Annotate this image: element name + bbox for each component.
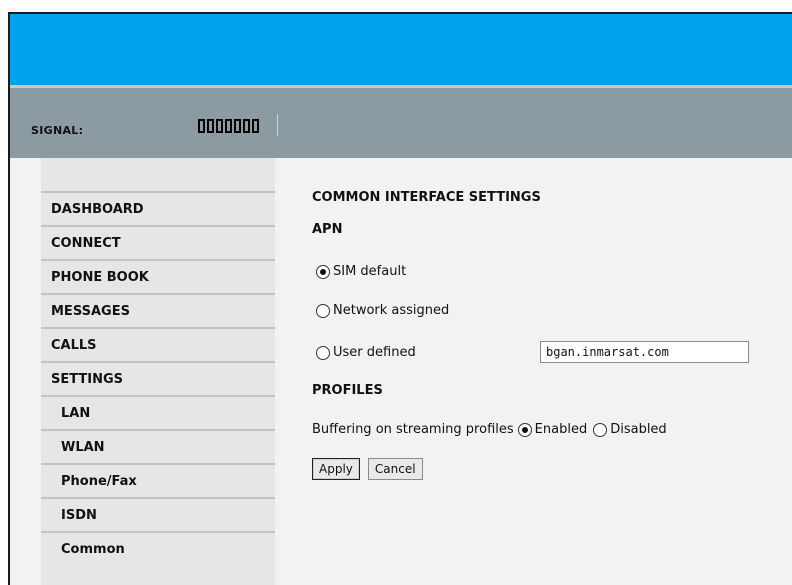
signal-bar-2: [207, 119, 214, 133]
sidebar-item-label: DASHBOARD: [51, 201, 144, 217]
signal-divider: [277, 114, 278, 136]
apn-option-label: Network assigned: [333, 303, 450, 318]
signal-bar-7: [252, 119, 259, 133]
apn-sim-default-option[interactable]: SIM default: [316, 264, 406, 279]
content-area: DASHBOARD CONNECT PHONE BOOK MESSAGES CA…: [10, 158, 792, 585]
buffering-disabled-radio[interactable]: [593, 422, 608, 437]
apn-user-defined-input[interactable]: [540, 341, 749, 363]
sidebar-item-calls[interactable]: CALLS: [41, 327, 275, 361]
sidebar-item-label: PHONE BOOK: [51, 269, 149, 285]
signal-bar: SIGNAL:: [10, 88, 792, 158]
signal-strength-icon: [198, 119, 259, 133]
buffering-disabled-option[interactable]: Disabled: [593, 422, 667, 437]
sidebar-nav: DASHBOARD CONNECT PHONE BOOK MESSAGES CA…: [41, 158, 275, 585]
signal-bar-3: [216, 119, 223, 133]
apn-sim-default-radio[interactable]: [316, 264, 330, 279]
sidebar-item-label: Common: [61, 541, 125, 557]
signal-bar-1: [198, 119, 205, 133]
sidebar-item-label: WLAN: [61, 439, 105, 455]
signal-bar-5: [234, 119, 241, 133]
signal-bar-4: [225, 119, 232, 133]
signal-bar-6: [243, 119, 250, 133]
sidebar-item-label: CONNECT: [51, 235, 121, 251]
settings-panel: COMMON INTERFACE SETTINGS APN SIM defaul…: [312, 158, 792, 585]
sidebar-item-connect[interactable]: CONNECT: [41, 225, 275, 259]
buffering-option-label: Enabled: [534, 422, 588, 437]
top-banner: [10, 14, 792, 85]
sidebar-item-dashboard[interactable]: DASHBOARD: [41, 191, 275, 225]
sidebar-item-isdn[interactable]: ISDN: [41, 497, 275, 531]
page-title: COMMON INTERFACE SETTINGS: [312, 190, 541, 205]
cancel-button[interactable]: Cancel: [367, 458, 423, 480]
sidebar-item-label: SETTINGS: [51, 371, 124, 387]
buffering-enabled-option[interactable]: Enabled: [517, 422, 588, 437]
buffering-option-label: Disabled: [610, 422, 667, 437]
sidebar-item-label: CALLS: [51, 337, 97, 353]
buffering-label: Buffering on streaming profiles: [312, 422, 514, 437]
buffering-enabled-radio[interactable]: [517, 422, 532, 437]
sidebar-item-label: MESSAGES: [51, 303, 130, 319]
sidebar-item-messages[interactable]: MESSAGES: [41, 293, 275, 327]
buffering-setting: Buffering on streaming profiles Enabled …: [312, 422, 673, 437]
sidebar-item-label: ISDN: [61, 507, 97, 523]
sidebar-item-lan[interactable]: LAN: [41, 395, 275, 429]
sidebar-item-phone-book[interactable]: PHONE BOOK: [41, 259, 275, 293]
apn-user-defined-option[interactable]: User defined: [316, 345, 416, 360]
apply-button[interactable]: Apply: [312, 458, 360, 480]
signal-label: SIGNAL:: [31, 124, 84, 137]
sidebar-item-wlan[interactable]: WLAN: [41, 429, 275, 463]
apn-network-assigned-option[interactable]: Network assigned: [316, 303, 449, 318]
apn-network-assigned-radio[interactable]: [316, 303, 330, 318]
form-actions: Apply Cancel: [312, 458, 423, 480]
sidebar-item-phone-fax[interactable]: Phone/Fax: [41, 463, 275, 497]
apn-option-label: User defined: [333, 345, 416, 360]
apn-user-defined-radio[interactable]: [316, 345, 330, 360]
apn-heading: APN: [312, 222, 343, 237]
apn-option-label: SIM default: [333, 264, 407, 279]
app-frame: SIGNAL: DASHBOARD CONNECT PHONE BOOK MES…: [8, 12, 792, 585]
sidebar-item-label: LAN: [61, 405, 91, 421]
sidebar-item-label: Phone/Fax: [61, 473, 137, 489]
profiles-heading: PROFILES: [312, 383, 383, 398]
sidebar-item-common[interactable]: Common: [41, 531, 275, 565]
sidebar-item-settings[interactable]: SETTINGS: [41, 361, 275, 395]
